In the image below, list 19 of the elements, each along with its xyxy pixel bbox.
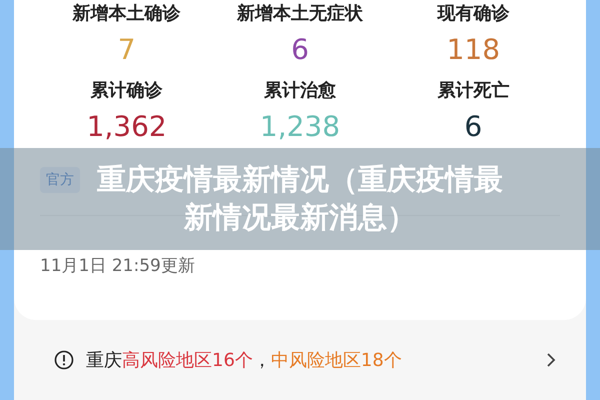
stat-label: 累计死亡 [437, 79, 510, 102]
stat-label: 累计治愈 [264, 79, 336, 102]
stat-value: 6 [464, 110, 482, 143]
risk-alert-row[interactable]: 重庆高风险地区16个，中风险地区18个 [14, 320, 586, 372]
stat-label: 累计确诊 [90, 79, 163, 102]
chevron-right-icon [546, 352, 556, 368]
stat-value: 7 [118, 33, 136, 66]
alert-icon [54, 350, 74, 370]
official-tag: 官方 [40, 167, 80, 193]
stat-label: 现有确诊 [437, 2, 510, 25]
risk-area-summary: 重庆高风险地区16个，中风险地区18个 [86, 349, 403, 372]
stat-value: 118 [446, 33, 500, 66]
update-time: 11月1日 21:59更新 [40, 255, 196, 277]
stat-value: 1,238 [260, 110, 340, 143]
stat-value: 6 [291, 33, 309, 66]
stat-value: 1,362 [86, 110, 167, 143]
stat-label: 新增本土确诊 [72, 2, 181, 25]
banner-title: 重庆疫情最新情况（重庆疫情最新情况最新消息） [96, 161, 504, 236]
stat-label: 新增本土无症状 [236, 2, 363, 25]
